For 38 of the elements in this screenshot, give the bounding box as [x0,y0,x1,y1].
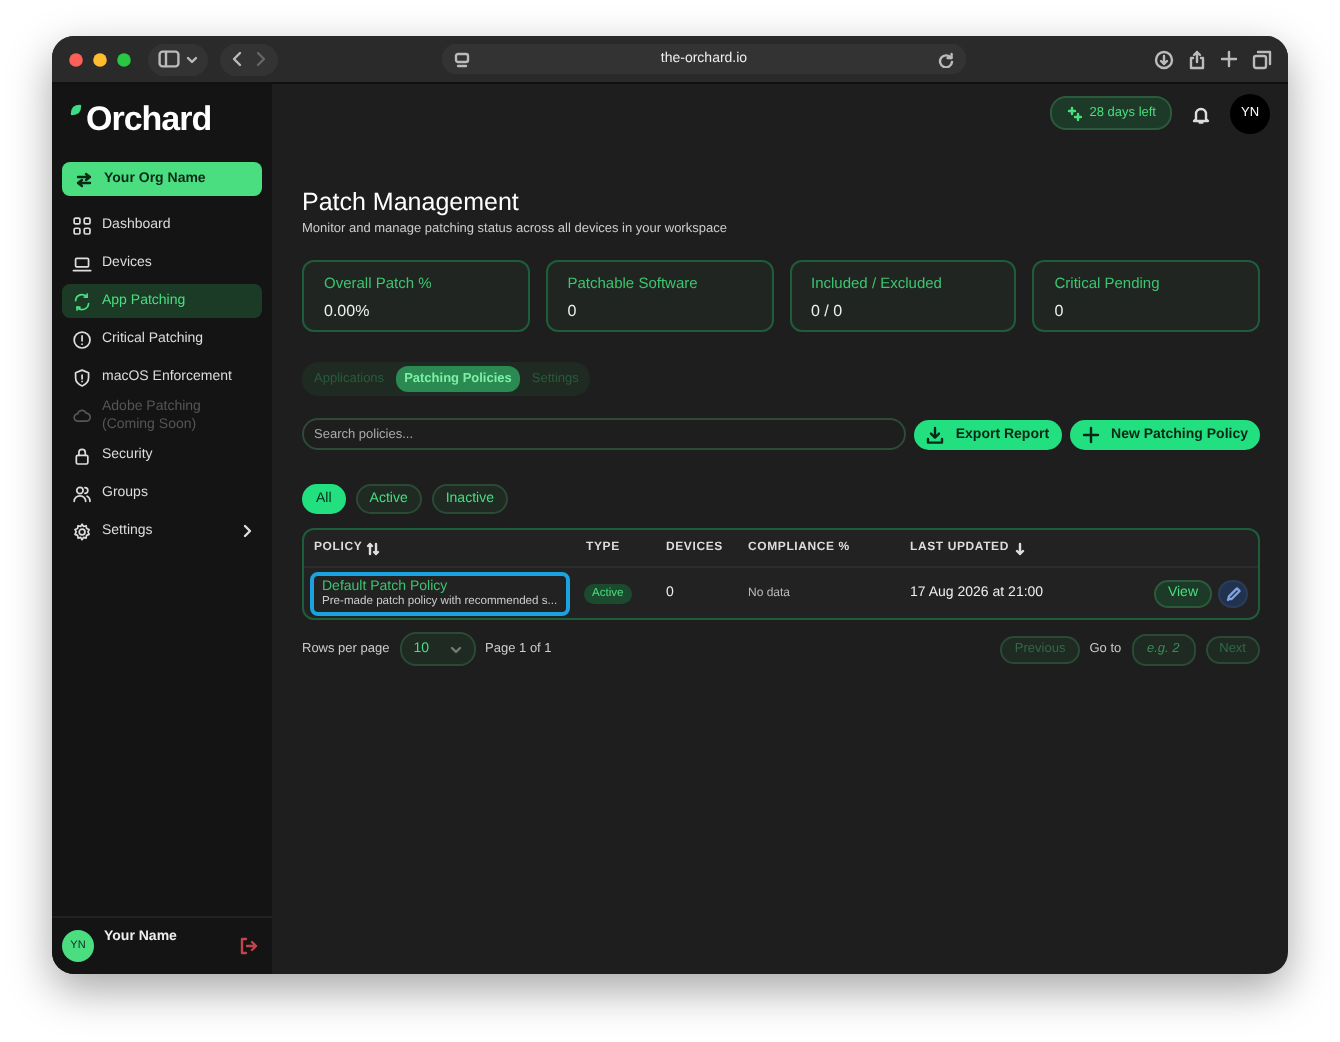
refresh-icon [72,291,92,311]
alert-circle-icon [72,329,92,349]
sidebar-toggle-icon[interactable] [158,50,180,68]
sparkle-icon [1065,105,1082,121]
page-title: Patch Management [302,188,521,216]
sort-down-icon[interactable] [1013,541,1025,555]
logo-text: Orchard [86,100,212,140]
plus-icon [1081,425,1100,443]
stat-value: 0.00% [324,302,372,320]
stat-value: 0 [1054,302,1066,320]
logout-icon[interactable] [238,936,258,956]
bell-icon[interactable] [1192,103,1210,123]
cloud-icon [72,406,92,427]
plus-icon[interactable] [1220,50,1238,68]
shield-icon [72,367,92,387]
chevron-right-icon [242,524,252,539]
chevron-down-icon [449,643,462,655]
grid-icon [72,215,92,235]
download-icon [925,425,944,443]
chevron-down-icon[interactable] [186,53,198,65]
gear-icon [72,521,92,542]
edit-button[interactable] [1218,579,1248,607]
users-icon [72,483,92,504]
pencil-icon [1225,585,1241,601]
reload-icon[interactable] [938,51,954,67]
traffic-lights-icon[interactable] [68,51,136,67]
stat-value: 0 / 0 [811,302,845,320]
page-icon [454,51,470,67]
leaf-icon [70,104,82,116]
laptop-icon [72,253,92,273]
lock-icon [72,445,92,466]
stat-value: 0 [567,302,579,320]
sort-icon[interactable] [366,541,381,555]
share-icon[interactable] [1188,49,1206,69]
switch-arrows-icon [76,171,92,187]
download-icon[interactable] [1154,49,1174,69]
tabs-icon[interactable] [1252,49,1272,69]
back-icon[interactable] [230,50,246,68]
